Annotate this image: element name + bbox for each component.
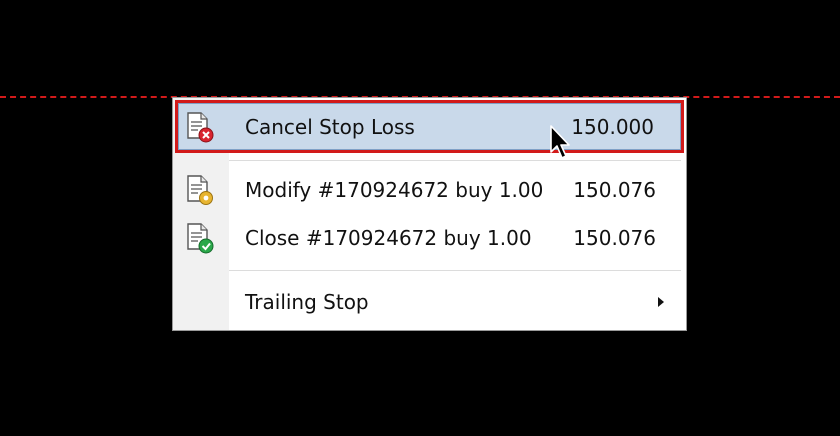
menu-item-label: Close #170924672 buy 1.00 bbox=[245, 226, 532, 250]
menu-item-label: Modify #170924672 buy 1.00 bbox=[245, 178, 544, 202]
modify-order-icon bbox=[185, 174, 215, 206]
menu-separator bbox=[229, 160, 681, 161]
menu-item-label: Cancel Stop Loss bbox=[245, 114, 415, 139]
menu-item-price: 150.076 bbox=[573, 226, 656, 250]
menu-item-price: 150.076 bbox=[573, 178, 656, 202]
menu-item-label: Trailing Stop bbox=[245, 290, 369, 314]
mouse-cursor-icon bbox=[550, 125, 570, 159]
menu-separator bbox=[229, 270, 681, 271]
cancel-order-icon bbox=[185, 111, 215, 143]
menu-item-cancel-stop-loss[interactable]: Cancel Stop Loss 150.000 bbox=[175, 100, 684, 153]
chart-canvas: Cancel Stop Loss 150.000 Modify #1709246… bbox=[0, 0, 840, 436]
menu-item-modify-order[interactable]: Modify #170924672 buy 1.00 150.076 bbox=[173, 168, 686, 212]
context-menu: Cancel Stop Loss 150.000 Modify #1709246… bbox=[172, 97, 687, 331]
menu-item-trailing-stop[interactable]: Trailing Stop bbox=[173, 280, 686, 324]
submenu-arrow-icon bbox=[658, 297, 664, 307]
menu-item-close-order[interactable]: Close #170924672 buy 1.00 150.076 bbox=[173, 216, 686, 260]
close-order-icon bbox=[185, 222, 215, 254]
menu-item-price: 150.000 bbox=[571, 114, 654, 139]
